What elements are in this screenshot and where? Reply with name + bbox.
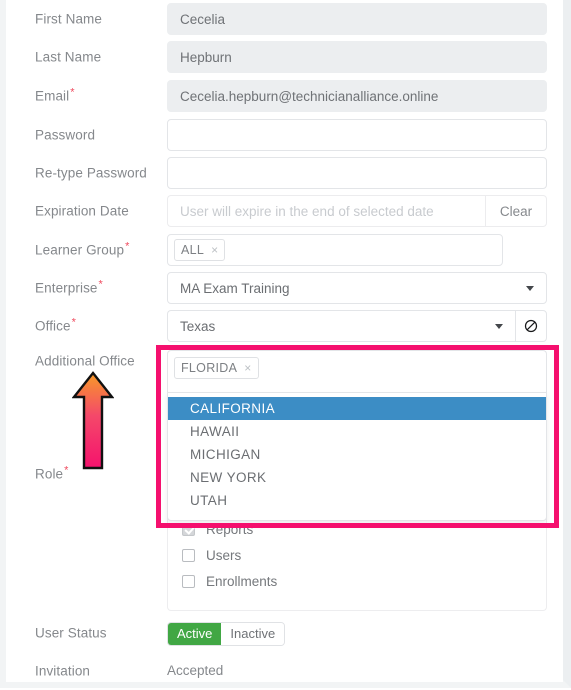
user-status-toggle: Active Inactive — [167, 622, 286, 646]
user-status-option-inactive[interactable]: Inactive — [221, 623, 285, 645]
required-marker-enterprise: * — [98, 278, 103, 290]
additional-office-tag-input[interactable]: FLORIDA × — [167, 350, 547, 392]
field-row-invitation: Invitation Accepted — [6, 652, 563, 690]
label-last-name: Last Name — [35, 49, 102, 65]
field-row-expiration-date: Expiration Date User will expire in the … — [6, 192, 563, 230]
expiration-date-group: User will expire in the end of selected … — [167, 195, 547, 227]
field-row-email: Email* Cecelia.hepburn@technicianallianc… — [6, 77, 563, 115]
input-first-name[interactable]: Cecelia — [167, 3, 547, 35]
user-form: First Name Cecelia Last Name Hepburn Ema… — [6, 0, 563, 682]
select-enterprise[interactable]: MA Exam Training — [167, 272, 547, 304]
remove-tag-icon[interactable]: × — [211, 244, 218, 256]
clear-expiration-date-button[interactable]: Clear — [485, 195, 547, 227]
label-expiration-date: Expiration Date — [35, 203, 129, 219]
input-email[interactable]: Cecelia.hepburn@technicianalliance.onlin… — [167, 80, 547, 112]
additional-office-multiselect: FLORIDA × CALIFORNIA HAWAII MICHIGAN NEW… — [167, 350, 547, 521]
checkbox-enrollments[interactable] — [182, 574, 195, 588]
field-row-office: Office* Texas — [6, 307, 563, 345]
chevron-down-icon — [495, 324, 503, 329]
checkbox-users[interactable] — [182, 548, 195, 562]
label-retype-password: Re-type Password — [35, 165, 147, 181]
option-utah[interactable]: UTAH — [168, 489, 546, 512]
field-row-enterprise: Enterprise* MA Exam Training — [6, 269, 563, 307]
label-password: Password — [35, 127, 96, 143]
field-row-learner-group: Learner Group* ALL × — [6, 231, 563, 497]
clear-office-button[interactable] — [515, 310, 547, 342]
option-michigan[interactable]: MICHIGAN — [168, 443, 546, 466]
invitation-status-value: Accepted — [167, 663, 224, 678]
option-hawaii[interactable]: HAWAII — [168, 420, 546, 443]
label-office: Office* — [35, 316, 77, 334]
field-row-last-name: Last Name Hepburn — [6, 38, 563, 76]
checkbox-row-users[interactable]: Users — [182, 546, 241, 564]
label-role: Role* — [35, 464, 69, 482]
chevron-down-icon — [526, 286, 534, 291]
label-email: Email* — [35, 86, 75, 104]
checkbox-label-users: Users — [206, 547, 242, 563]
office-select-group: Texas — [167, 310, 547, 342]
user-edit-form-panel: First Name Cecelia Last Name Hepburn Ema… — [0, 0, 571, 688]
additional-office-option-list: CALIFORNIA HAWAII MICHIGAN NEW YORK UTAH — [167, 392, 547, 521]
input-expiration-date[interactable]: User will expire in the end of selected … — [167, 195, 485, 227]
no-entry-icon — [524, 319, 538, 333]
field-row-first-name: First Name Cecelia — [6, 0, 563, 38]
label-learner-group: Learner Group* — [35, 240, 130, 258]
checkbox-reports[interactable] — [182, 522, 195, 536]
option-california[interactable]: CALIFORNIA — [168, 397, 546, 420]
learner-group-tag-input[interactable]: ALL × — [167, 234, 503, 266]
field-row-retype-password: Re-type Password — [6, 154, 563, 192]
input-retype-password[interactable] — [167, 157, 547, 189]
checkbox-row-enrollments[interactable]: Enrollments — [182, 572, 277, 590]
label-user-status: User Status — [35, 625, 107, 641]
checkbox-row-reports[interactable]: Reports — [182, 520, 253, 538]
input-last-name[interactable]: Hepburn — [167, 41, 547, 73]
label-additional-office: Additional Office — [35, 353, 135, 369]
field-row-user-status: User Status Active Inactive — [6, 614, 563, 652]
required-marker-office: * — [71, 316, 77, 328]
tag-learner-group-all[interactable]: ALL × — [174, 239, 226, 261]
checkbox-label-reports: Reports — [206, 521, 254, 537]
tag-additional-office-florida[interactable]: FLORIDA × — [174, 357, 259, 379]
label-enterprise: Enterprise* — [35, 278, 103, 296]
remove-tag-icon[interactable]: × — [244, 362, 251, 374]
required-marker-learner-group: * — [125, 240, 130, 252]
required-marker-role: * — [64, 464, 69, 476]
user-status-option-active[interactable]: Active — [168, 623, 222, 645]
label-invitation: Invitation — [35, 663, 91, 679]
up-arrow-annotation-icon — [72, 371, 114, 470]
checkbox-label-enrollments: Enrollments — [206, 573, 278, 589]
label-first-name: First Name — [35, 11, 103, 27]
option-new-york[interactable]: NEW YORK — [168, 466, 546, 489]
required-marker-email: * — [70, 86, 75, 98]
input-password[interactable] — [167, 119, 547, 151]
field-row-password: Password — [6, 116, 563, 154]
select-office[interactable]: Texas — [167, 310, 515, 342]
